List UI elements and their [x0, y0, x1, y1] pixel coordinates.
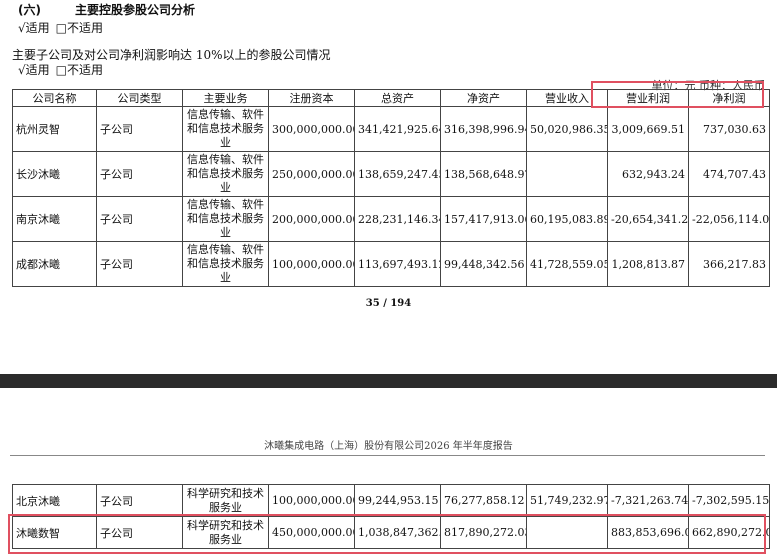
company-type-cell: 子公司 — [96, 196, 183, 242]
company-name-cell: 长沙沐曦 — [12, 151, 97, 197]
table-row: 长沙沐曦 子公司 信息传输、软件和信息技术服务业 250,000,000.00 138,… — [12, 151, 770, 197]
net-profit-cell: 366,217.83 — [688, 241, 770, 287]
capital-cell: 300,000,000.00 — [268, 106, 355, 152]
table-row: 北京沐曦 子公司 科学研究和技术服务业 100,000,000.00 99,244,95… — [12, 484, 770, 517]
net-assets-cell: 138,568,648.97 — [440, 151, 527, 197]
header-rule — [10, 455, 765, 456]
report-header: 沐曦集成电路（上海）股份有限公司2026 年半年度报告 — [264, 441, 513, 452]
column-header: 公司名称 — [12, 89, 97, 107]
column-header: 总资产 — [354, 89, 441, 107]
applicable-check-2: √适用 — [18, 63, 50, 77]
not-applicable-box-2: □不适用 — [55, 63, 103, 77]
section-number: (六) — [18, 3, 41, 17]
business-cell: 信息传输、软件和信息技术服务业 — [182, 106, 269, 152]
company-name-cell: 南京沐曦 — [12, 196, 97, 242]
total-assets-cell: 113,697,493.12 — [354, 241, 441, 287]
capital-cell: 100,000,000.00 — [268, 484, 355, 517]
applicable-check: √适用 — [18, 21, 50, 35]
section-title: (六) 主要控股参股公司分析 — [18, 1, 195, 18]
revenue-cell: 60,195,083.89 — [526, 196, 608, 242]
section-heading: 主要控股参股公司分析 — [74, 3, 195, 17]
table-row: 成都沐曦 子公司 信息传输、软件和信息技术服务业 100,000,000.00 113,… — [12, 241, 770, 287]
capital-cell: 200,000,000.00 — [268, 196, 355, 242]
page-divider — [0, 374, 777, 388]
total-assets-cell: 138,659,247.45 — [354, 151, 441, 197]
company-type-cell: 子公司 — [96, 151, 183, 197]
column-header: 净资产 — [440, 89, 527, 107]
operating-profit-cell: 1,208,813.87 — [607, 241, 689, 287]
operating-profit-cell: -20,654,341.28 — [607, 196, 689, 242]
net-profit-cell: 474,707.43 — [688, 151, 770, 197]
net-assets-cell: 76,277,858.12 — [440, 484, 527, 517]
total-assets-cell: 341,421,925.64 — [354, 106, 441, 152]
column-header: 主要业务 — [182, 89, 269, 107]
revenue-cell — [526, 151, 608, 197]
revenue-cell: 50,020,986.35 — [526, 106, 608, 152]
company-type-cell: 子公司 — [96, 106, 183, 152]
total-assets-cell: 99,244,953.15 — [354, 484, 441, 517]
page-number: 35 / 194 — [365, 298, 412, 309]
revenue-cell: 41,728,559.05 — [526, 241, 608, 287]
applicability-options-2: √适用 □不适用 — [18, 61, 103, 78]
net-assets-cell: 99,448,342.56 — [440, 241, 527, 287]
operating-profit-cell: 632,943.24 — [607, 151, 689, 197]
company-name-cell: 北京沐曦 — [12, 484, 97, 517]
capital-cell: 250,000,000.00 — [268, 151, 355, 197]
net-assets-cell: 316,398,996.94 — [440, 106, 527, 152]
column-header: 公司类型 — [96, 89, 183, 107]
company-name-cell: 成都沐曦 — [12, 241, 97, 287]
company-type-cell: 子公司 — [96, 484, 183, 517]
table-row: 南京沐曦 子公司 信息传输、软件和信息技术服务业 200,000,000.00 228,… — [12, 196, 770, 242]
net-profit-cell: -7,302,595.15 — [688, 484, 770, 517]
business-cell: 信息传输、软件和信息技术服务业 — [182, 241, 269, 287]
business-cell: 信息传输、软件和信息技术服务业 — [182, 196, 269, 242]
net-profit-cell: 737,030.63 — [688, 106, 770, 152]
revenue-cell: 51,749,232.97 — [526, 484, 608, 517]
net-assets-cell: 157,417,913.06 — [440, 196, 527, 242]
table-row: 杭州灵智 子公司 信息传输、软件和信息技术服务业 300,000,000.00 341,… — [12, 106, 770, 152]
applicability-options: √适用 □不适用 — [18, 19, 103, 36]
profit-columns-highlight — [591, 81, 764, 108]
net-profit-cell: -22,056,114.03 — [688, 196, 770, 242]
operating-profit-cell: -7,321,263.74 — [607, 484, 689, 517]
subsidiary-table: 公司名称 公司类型 主要业务 注册资本 总资产 净资产 营业收入 营业利润 净利润 杭州灵智 子公… — [12, 89, 770, 287]
business-cell: 科学研究和技术服务业 — [182, 484, 269, 517]
column-header: 注册资本 — [268, 89, 355, 107]
company-name-cell: 杭州灵智 — [12, 106, 97, 152]
company-type-cell: 子公司 — [96, 241, 183, 287]
operating-profit-cell: 3,009,669.51 — [607, 106, 689, 152]
total-assets-cell: 228,231,146.34 — [354, 196, 441, 242]
not-applicable-box: □不适用 — [55, 21, 103, 35]
capital-cell: 100,000,000.00 — [268, 241, 355, 287]
row-highlight — [8, 514, 766, 554]
business-cell: 信息传输、软件和信息技术服务业 — [182, 151, 269, 197]
